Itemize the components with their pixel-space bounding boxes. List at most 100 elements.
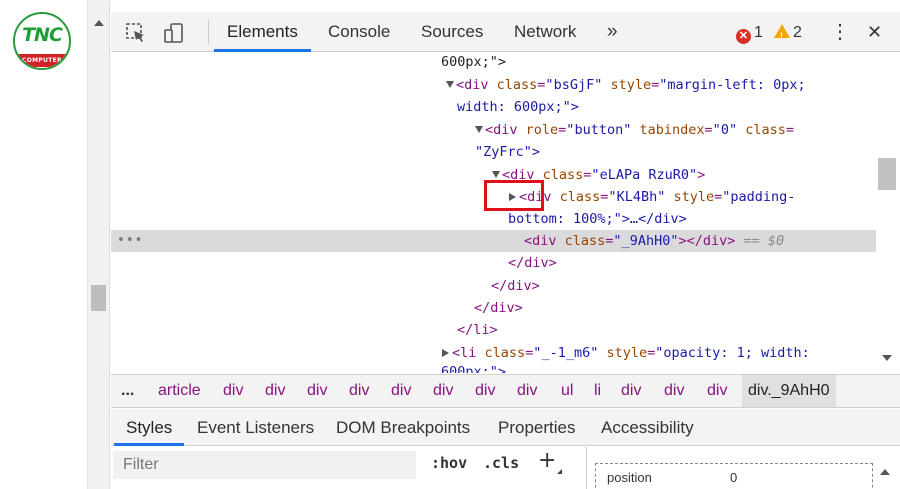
- tab-sources[interactable]: Sources: [421, 12, 483, 52]
- tree-scroll-thumb[interactable]: [878, 158, 896, 190]
- close-devtools-button[interactable]: ✕: [867, 12, 882, 52]
- attr-name: role: [525, 122, 559, 138]
- node-actions-dots[interactable]: •••: [117, 230, 143, 252]
- attr-value: KL4Bh: [616, 189, 658, 205]
- toolbar-separator: [208, 20, 209, 44]
- new-rule-menu-icon[interactable]: [557, 469, 562, 474]
- breadcrumb-item[interactable]: li: [594, 375, 601, 407]
- tab-network[interactable]: Network: [514, 12, 576, 52]
- tab-styles[interactable]: Styles: [114, 409, 185, 446]
- position-value[interactable]: 0: [730, 470, 737, 485]
- breadcrumb: ... article div div div div div div div …: [111, 374, 900, 408]
- breadcrumb-current[interactable]: div._9AhH0: [742, 375, 836, 407]
- more-tabs-button[interactable]: »: [607, 12, 618, 52]
- warning-count: 2: [793, 24, 802, 41]
- tree-text: 600px;">: [441, 364, 507, 373]
- breadcrumb-item[interactable]: div: [621, 375, 641, 407]
- tree-line-3[interactable]: <div role="button" tabindex="0" class=: [475, 119, 794, 141]
- breadcrumb-item[interactable]: div: [664, 375, 684, 407]
- tab-properties[interactable]: Properties: [498, 409, 575, 446]
- tab-accessibility[interactable]: Accessibility: [601, 409, 694, 446]
- tree-line-7[interactable]: bottom: 100%;">…</div>: [508, 208, 687, 230]
- devtools-panel: Elements Console Sources Network » ✕ 1 ! 2…: [111, 0, 900, 489]
- page-area: TNC COMPUTER: [0, 0, 88, 489]
- page-scrollbar[interactable]: [88, 0, 110, 489]
- breadcrumb-item[interactable]: div: [349, 375, 369, 407]
- breadcrumb-item[interactable]: div: [265, 375, 285, 407]
- hover-state-toggle[interactable]: :hov: [431, 454, 467, 472]
- class-toggle[interactable]: .cls: [483, 454, 519, 472]
- tree-line-6[interactable]: <div class="KL4Bh" style="padding-: [509, 186, 795, 208]
- breadcrumb-item[interactable]: ul: [561, 375, 573, 407]
- expand-arrow-icon[interactable]: [492, 171, 500, 178]
- error-badge[interactable]: ✕ 1: [736, 24, 763, 44]
- highlight-annotation-box: [484, 180, 544, 211]
- attr-value: 0: [720, 122, 729, 138]
- error-count: 1: [754, 24, 763, 41]
- attr-name: class: [745, 122, 786, 138]
- breadcrumb-item[interactable]: div: [391, 375, 411, 407]
- customize-menu-button[interactable]: ⋮: [830, 12, 850, 52]
- breadcrumb-item[interactable]: div: [307, 375, 327, 407]
- page-scroll-thumb[interactable]: [91, 285, 106, 311]
- tree-line-14[interactable]: 600px;">: [441, 361, 506, 373]
- tree-line-11[interactable]: </div>: [474, 297, 523, 319]
- breadcrumb-item[interactable]: div: [475, 375, 495, 407]
- tree-line-8-selected[interactable]: <div class="_9AhH0"></div> == $0: [524, 230, 784, 252]
- tag-close: </div>: [491, 278, 540, 294]
- attr-name: style: [673, 189, 715, 205]
- tag-open: <div: [456, 77, 497, 93]
- breadcrumb-item[interactable]: article: [158, 375, 201, 407]
- error-icon: ✕: [736, 29, 751, 44]
- tab-dom-breakpoints[interactable]: DOM Breakpoints: [336, 409, 470, 446]
- tab-event-listeners[interactable]: Event Listeners: [197, 409, 314, 446]
- scroll-up-arrow-icon[interactable]: [880, 469, 890, 475]
- tree-line-10[interactable]: </div>: [491, 275, 540, 297]
- tab-console[interactable]: Console: [328, 12, 390, 52]
- tag-close: </div>: [686, 233, 736, 249]
- tree-line-9[interactable]: </div>: [508, 252, 557, 274]
- tree-line-12[interactable]: </li>: [457, 319, 498, 341]
- elements-tree[interactable]: ••• 600px;"> <div class="bsGjF" style="m…: [111, 53, 876, 373]
- attr-value: bsGjF: [553, 77, 595, 93]
- tree-text: 600px;">: [441, 54, 507, 70]
- expand-arrow-icon[interactable]: [475, 126, 483, 133]
- warning-badge[interactable]: ! 2: [774, 24, 802, 42]
- attr-name: class: [484, 345, 526, 361]
- styles-filter-input[interactable]: [113, 451, 416, 479]
- attr-value: _-1_m6: [541, 345, 591, 361]
- tab-elements[interactable]: Elements: [214, 12, 311, 52]
- breadcrumb-item[interactable]: div: [707, 375, 727, 407]
- inspect-element-icon[interactable]: [125, 22, 147, 44]
- position-label: position: [607, 470, 652, 485]
- logo-text: TNC: [22, 24, 63, 46]
- tag-open: <li: [452, 345, 485, 361]
- attr-value: button: [574, 122, 624, 138]
- scroll-up-arrow-icon[interactable]: [94, 20, 104, 26]
- attr-value: opacity: 1; width:: [663, 345, 810, 361]
- expand-arrow-icon[interactable]: [446, 81, 454, 88]
- devtools-toolbar: Elements Console Sources Network » ✕ 1 ! 2…: [111, 12, 900, 52]
- scroll-down-arrow-icon[interactable]: [882, 355, 892, 361]
- sidebar-tabs: Styles Event Listeners DOM Breakpoints P…: [111, 409, 900, 446]
- collapsed-arrow-icon[interactable]: [442, 349, 449, 357]
- breadcrumb-item[interactable]: div: [433, 375, 453, 407]
- tag-close: </div>: [508, 255, 557, 271]
- breadcrumb-item[interactable]: div: [517, 375, 537, 407]
- new-style-rule-button[interactable]: +: [538, 448, 556, 473]
- styles-filter-bar: :hov .cls +: [111, 447, 586, 489]
- attr-value: eLAPa RzuR0: [599, 167, 689, 183]
- tag-open: <div: [485, 122, 526, 138]
- tree-line-2[interactable]: width: 600px;">: [457, 96, 579, 118]
- attr-value: margin-left: 0px;: [667, 77, 806, 93]
- warning-icon: !: [774, 24, 790, 41]
- tree-line-0[interactable]: 600px;">: [441, 53, 506, 73]
- attr-value: _9AhH0: [621, 233, 671, 249]
- tree-scrollbar[interactable]: [876, 53, 900, 373]
- device-toolbar-icon[interactable]: [163, 22, 185, 44]
- tree-line-4[interactable]: "ZyFrc">: [475, 141, 540, 163]
- breadcrumb-overflow[interactable]: ...: [121, 375, 134, 407]
- breadcrumb-item[interactable]: div: [223, 375, 243, 407]
- tree-line-1[interactable]: <div class="bsGjF" style="margin-left: 0…: [446, 74, 806, 96]
- attr-name: class: [559, 189, 601, 205]
